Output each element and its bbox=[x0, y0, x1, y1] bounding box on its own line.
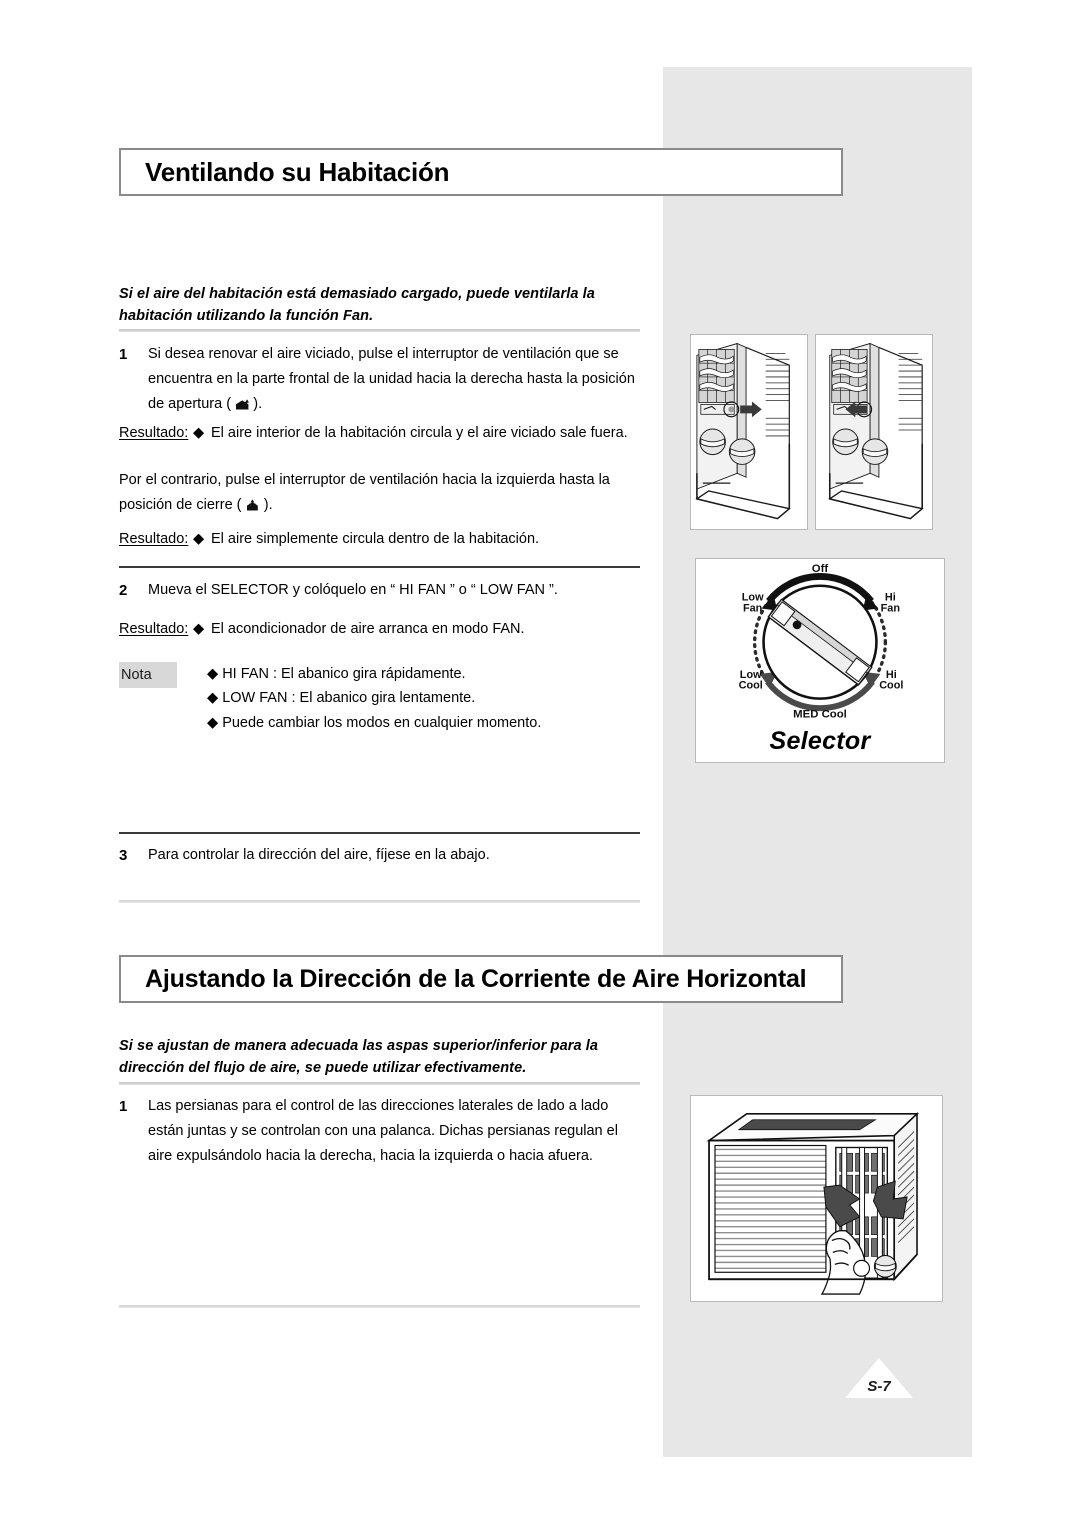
vent-close-icon bbox=[242, 498, 264, 513]
note-item-text: LOW FAN : El abanico gira lentamente. bbox=[222, 690, 476, 707]
page-number-marker: S-7 bbox=[845, 1358, 913, 1400]
section1-result-2: Resultado: ◆ El aire simplemente circula d… bbox=[119, 528, 664, 551]
section1-step-1-text-after: ). bbox=[253, 395, 263, 412]
bullet-diamond-icon: ◆ bbox=[207, 690, 219, 707]
section1-step-1-text-before: Si desea renovar el aire viciado, pulse … bbox=[148, 346, 635, 412]
section2-step-1: 1 Las persianas para el control de las d… bbox=[119, 1094, 629, 1169]
section1-result-1-text: El aire interior de la habitación circul… bbox=[211, 425, 628, 441]
manual-page: Ventilando su Habitación Si el aire del … bbox=[0, 0, 1080, 1528]
section-heading-ajustando: Ajustando la Dirección de la Corriente d… bbox=[119, 955, 843, 1003]
section1-note-items: ◆ HI FAN : El abanico gira rápidamente. … bbox=[207, 662, 541, 735]
dial-label-low-cool: Low Cool bbox=[739, 669, 763, 692]
note-item: ◆ Puede cambiar los modos en cualquier m… bbox=[207, 711, 541, 735]
section2-step-1-text: Las persianas para el control de las dir… bbox=[148, 1098, 618, 1164]
note-item-text: HI FAN : El abanico gira rápidamente. bbox=[222, 666, 466, 682]
page-number-label: S-7 bbox=[867, 1378, 891, 1395]
section1-paragraph-text-before: Por el contrario, pulse el interruptor d… bbox=[119, 472, 610, 513]
divider-3 bbox=[119, 832, 640, 834]
section2-step-1-number: 1 bbox=[119, 1098, 128, 1115]
section1-step-2-number: 2 bbox=[119, 582, 128, 599]
section1-note-label: Nota bbox=[119, 662, 177, 689]
bullet-diamond-icon: ◆ bbox=[193, 531, 205, 547]
section1-result-1: Resultado: ◆ El aire interior de la habita… bbox=[119, 422, 664, 445]
dial-label-med-cool: MED Cool bbox=[793, 708, 847, 720]
section-heading-ventilando-label: Ventilando su Habitación bbox=[145, 156, 450, 187]
section1-step-2-text: Mueva el SELECTOR y colóquelo en “ HI FA… bbox=[148, 582, 558, 598]
ac-front-vent-lever-right-illustration bbox=[690, 334, 808, 530]
section1-step-2: 2 Mueva el SELECTOR y colóquelo en “ HI … bbox=[119, 578, 649, 603]
section1-intro-text: Si el aire del habitación está demasiado… bbox=[119, 286, 595, 325]
divider-1 bbox=[119, 329, 640, 332]
divider-5 bbox=[119, 1082, 640, 1085]
note-item-text: Puede cambiar los modos en cualquier mom… bbox=[222, 714, 542, 731]
section-heading-ventilando: Ventilando su Habitación bbox=[119, 148, 843, 196]
note-item: ◆ HI FAN : El abanico gira rápidamente. bbox=[207, 662, 541, 686]
selector-dial-illustration: Off Low Fan Hi Fan Low Cool Hi Cool MED Cool… bbox=[695, 558, 945, 763]
bullet-diamond-icon: ◆ bbox=[207, 714, 219, 731]
section1-step-3-text: Para controlar la dirección del aire, fí… bbox=[148, 847, 490, 863]
section1-paragraph: Por el contrario, pulse el interruptor d… bbox=[119, 468, 629, 518]
section1-step-3: 3 Para controlar la dirección del aire, … bbox=[119, 843, 649, 868]
section1-result-2-text: El aire simplemente circula dentro de la… bbox=[211, 531, 540, 547]
section1-note: Nota ◆ HI FAN : El abanico gira rápidame… bbox=[119, 662, 664, 742]
section1-step-1: 1 Si desea renovar el aire viciado, puls… bbox=[119, 342, 649, 417]
bullet-diamond-icon: ◆ bbox=[193, 621, 205, 637]
selector-caption: Selector bbox=[769, 727, 871, 755]
note-item: ◆ LOW FAN : El abanico gira lentamente. bbox=[207, 686, 541, 710]
section2-intro-text: Si se ajustan de manera adecuada las asp… bbox=[119, 1038, 599, 1077]
section1-step-1-body: Si desea renovar el aire viciado, pulse … bbox=[148, 342, 649, 417]
dial-label-off: Off bbox=[812, 563, 829, 575]
ac-unit-horizontal-louver-hand-illustration bbox=[690, 1095, 943, 1302]
ac-front-vent-lever-left-illustration bbox=[815, 334, 933, 530]
bullet-diamond-icon: ◆ bbox=[207, 666, 219, 682]
section-heading-ajustando-label: Ajustando la Dirección de la Corriente d… bbox=[145, 964, 807, 993]
section1-step-1-number: 1 bbox=[119, 346, 128, 363]
divider-6 bbox=[119, 1305, 640, 1308]
section1-result-3-text: El acondicionador de aire arranca en mod… bbox=[211, 621, 525, 637]
dial-label-low-fan: Low Fan bbox=[742, 592, 764, 615]
section1-step-3-number: 3 bbox=[119, 847, 128, 864]
section1-paragraph-text-after: ). bbox=[263, 496, 273, 513]
section1-result-2-label: Resultado: bbox=[119, 531, 189, 547]
section1-result-3: Resultado: ◆ El acondicionador de aire arr… bbox=[119, 618, 664, 641]
divider-2 bbox=[119, 566, 640, 568]
section1-result-1-label: Resultado: bbox=[119, 425, 189, 441]
section1-result-3-label: Resultado: bbox=[119, 621, 189, 637]
vent-open-icon bbox=[231, 397, 253, 412]
divider-4 bbox=[119, 900, 640, 903]
bullet-diamond-icon: ◆ bbox=[193, 425, 205, 441]
